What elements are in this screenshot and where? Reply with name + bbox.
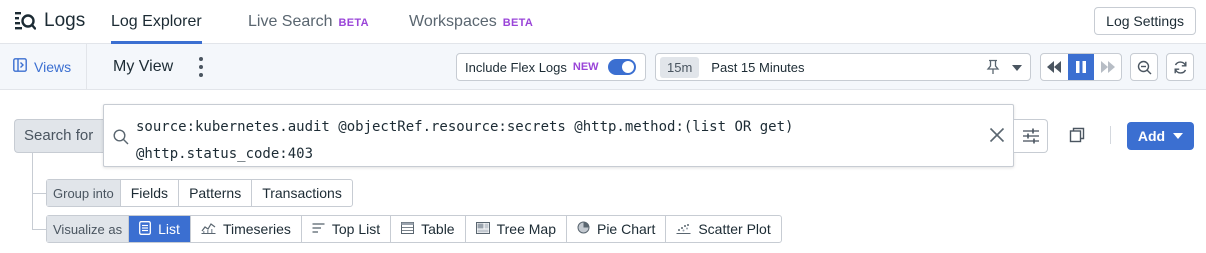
table-icon [401, 221, 415, 237]
group-into-label: Group into [47, 180, 120, 206]
tree-connector [32, 229, 46, 230]
time-range-chip: 15m [660, 56, 700, 78]
view-options-kebab-icon[interactable] [198, 57, 204, 77]
views-label: Views [34, 58, 72, 75]
viz-option-timeseries[interactable]: Timeseries [189, 216, 301, 242]
group-option-patterns[interactable]: Patterns [178, 180, 251, 206]
chevron-down-icon[interactable] [1012, 65, 1022, 71]
time-range-picker[interactable]: 15m Past 15 Minutes [655, 53, 1031, 81]
playback-controls [1040, 53, 1122, 81]
option-label: Timeseries [222, 221, 291, 237]
tree-connector [32, 193, 46, 194]
group-option-transactions[interactable]: Transactions [251, 180, 352, 206]
search-options-button[interactable] [1014, 119, 1048, 153]
copy-icon[interactable] [1069, 127, 1085, 146]
query-line: source:kubernetes.audit @objectRef.resou… [136, 119, 794, 135]
top-nav: Logs Log Explorer Live Search BETA Worksp… [0, 0, 1206, 44]
tree-connector [32, 153, 33, 229]
divider [1110, 126, 1111, 144]
logs-logo-icon [14, 10, 36, 32]
refresh-icon [1174, 60, 1186, 74]
tree-map-icon [475, 221, 490, 237]
flex-logs-label: Include Flex Logs [465, 59, 567, 75]
tab-label: Workspaces [409, 13, 497, 30]
tab-live-search[interactable]: Live Search BETA [248, 0, 369, 44]
scatter-plot-icon [676, 221, 691, 237]
tab-label: Live Search [248, 13, 333, 30]
pin-icon[interactable] [986, 59, 1000, 78]
pie-chart-icon [577, 221, 590, 237]
pause-button[interactable] [1067, 54, 1095, 80]
option-label: List [158, 221, 180, 237]
search-input[interactable]: source:kubernetes.audit @objectRef.resou… [103, 104, 1014, 167]
option-label: Table [421, 221, 455, 237]
viz-option-list[interactable]: List [128, 216, 190, 242]
add-button[interactable]: Add [1127, 122, 1194, 150]
flex-logs-toggle-box[interactable]: Include Flex Logs NEW [456, 53, 646, 81]
beta-badge: BETA [502, 17, 534, 29]
search-for-label: Search for [14, 119, 103, 153]
chevron-down-icon [1173, 133, 1184, 139]
beta-badge: BETA [338, 17, 369, 29]
flex-logs-toggle[interactable] [607, 59, 636, 75]
option-label: Transactions [262, 185, 342, 201]
tab-log-explorer[interactable]: Log Explorer [111, 0, 202, 44]
zoom-out-icon [1137, 60, 1151, 74]
query-line: @http.status_code:403 [136, 146, 314, 162]
brand-title: Logs [44, 10, 86, 31]
group-into-selector: Group into Fields Patterns Transactions [46, 179, 353, 207]
add-label: Add [1137, 128, 1166, 144]
visualize-as-selector: Visualize as List Timeseries Top List Ta… [46, 215, 782, 243]
option-label: Top List [331, 221, 381, 237]
viz-option-top-list[interactable]: Top List [300, 216, 390, 242]
search-icon [113, 129, 129, 148]
viz-option-table[interactable]: Table [390, 216, 464, 242]
views-panel-icon [13, 58, 27, 75]
zoom-out-button[interactable] [1130, 53, 1158, 81]
log-settings-button[interactable]: Log Settings [1094, 7, 1196, 35]
rewind-icon [1047, 61, 1062, 73]
rewind-button[interactable] [1041, 54, 1068, 80]
tab-workspaces[interactable]: Workspaces BETA [409, 0, 533, 44]
viz-option-scatter-plot[interactable]: Scatter Plot [665, 216, 780, 242]
option-label: Pie Chart [596, 221, 656, 237]
refresh-button[interactable] [1166, 53, 1194, 81]
fast-forward-icon [1100, 61, 1115, 73]
option-label: Patterns [189, 185, 242, 201]
timeseries-icon [201, 221, 216, 237]
option-label: Fields [130, 185, 169, 201]
current-view-name[interactable]: My View [113, 58, 173, 76]
brand[interactable]: Logs [14, 10, 85, 32]
view-toolbar: Views My View Include Flex Logs NEW 15m … [0, 44, 1206, 90]
option-label: Scatter Plot [698, 221, 771, 237]
viz-option-tree-map[interactable]: Tree Map [464, 216, 566, 242]
tab-label: Log Explorer [111, 13, 202, 30]
group-option-fields[interactable]: Fields [119, 180, 178, 206]
sliders-icon [1022, 128, 1039, 144]
option-label: Tree Map [496, 221, 556, 237]
search-query[interactable]: source:kubernetes.audit @objectRef.resou… [136, 114, 973, 168]
pause-icon [1076, 61, 1086, 73]
top-list-icon [312, 221, 325, 237]
viz-option-pie-chart[interactable]: Pie Chart [565, 216, 665, 242]
time-range-label: Past 15 Minutes [711, 59, 805, 75]
new-badge: NEW [572, 61, 599, 73]
visualize-as-label: Visualize as [47, 216, 129, 242]
list-icon [139, 220, 152, 238]
close-icon[interactable] [989, 127, 1005, 146]
fast-forward-button[interactable] [1094, 54, 1121, 80]
views-button[interactable]: Views [0, 44, 87, 89]
